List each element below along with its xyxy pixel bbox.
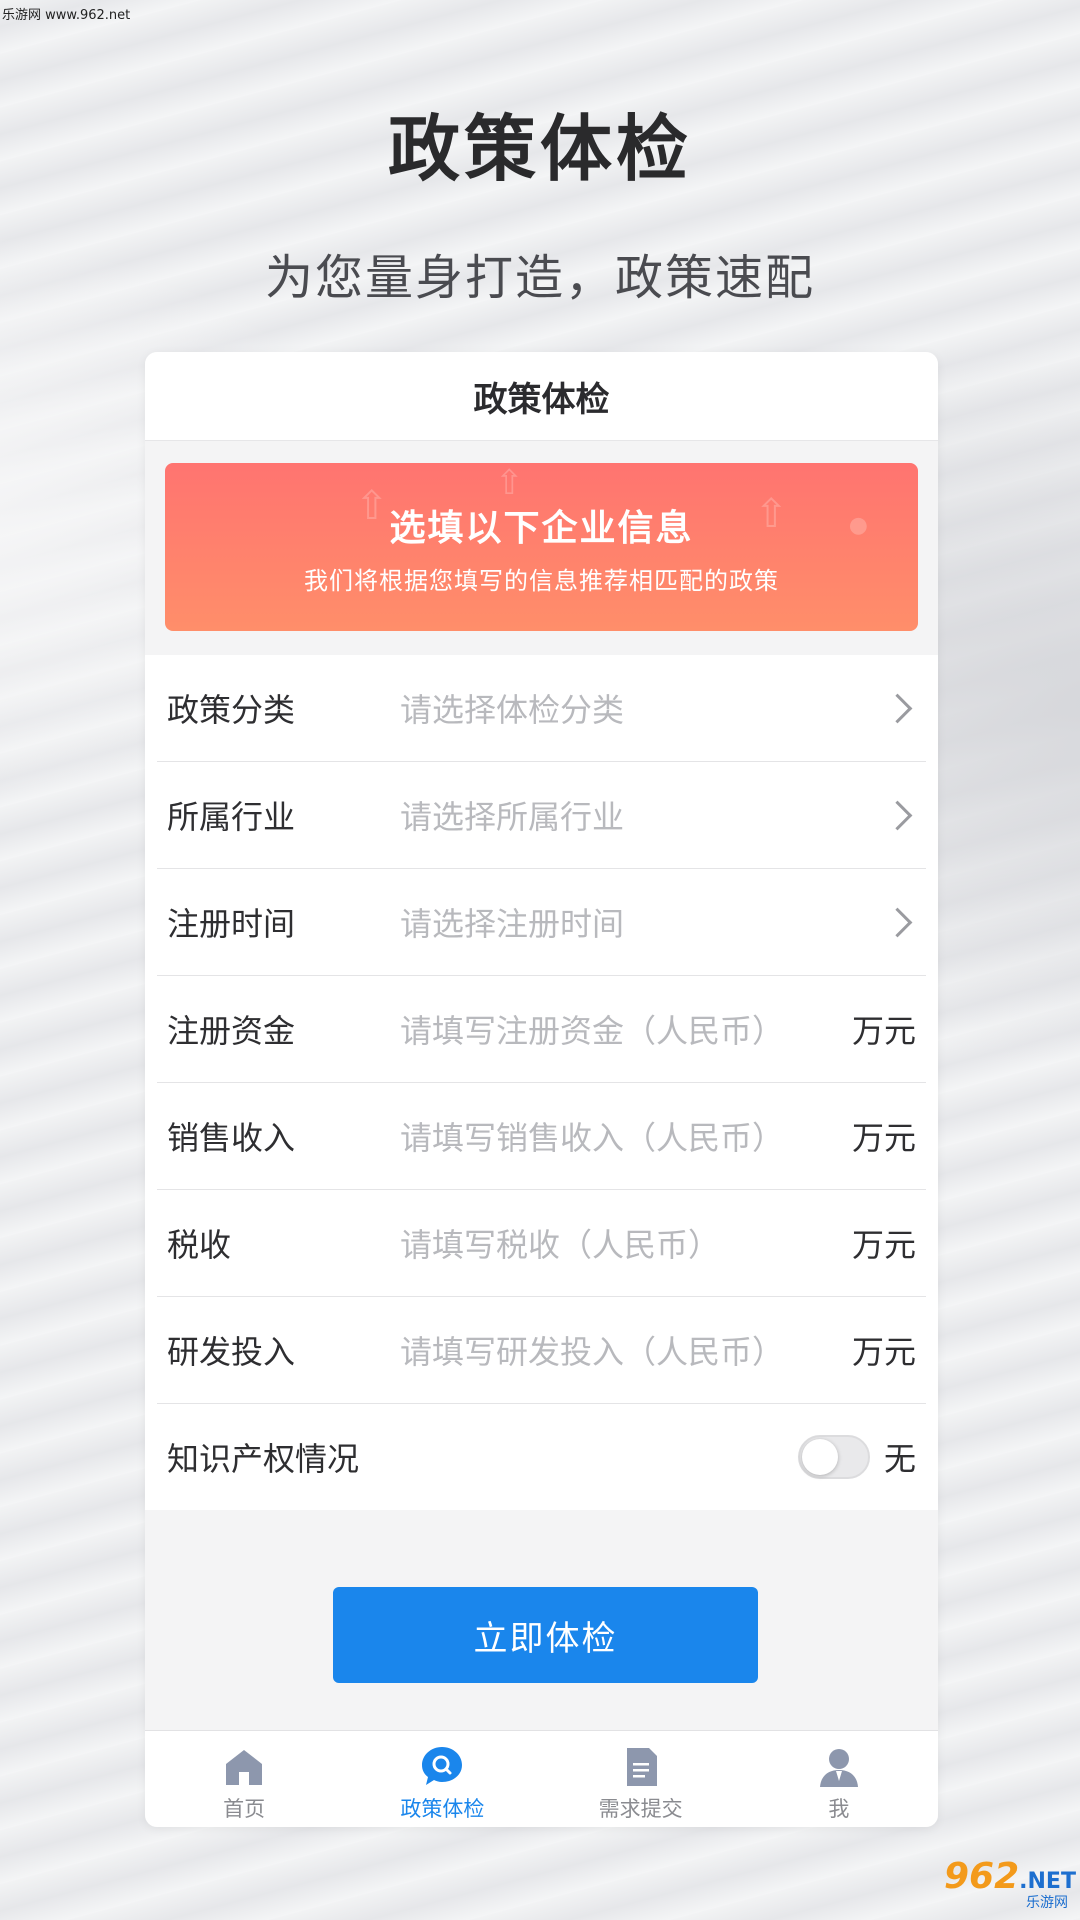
ip-status-field: 知识产权情况 无 (157, 1404, 926, 1510)
industry-field[interactable]: 所属行业 请选择所属行业 (157, 762, 926, 869)
tab-label: 首页 (223, 1797, 266, 1821)
hero-subtitle: 为您量身打造，政策速配 (264, 250, 815, 306)
page-title: 政策体检 (145, 352, 938, 441)
field-label: 政策分类 (167, 691, 296, 729)
logo-main: 962 (944, 1856, 1020, 1897)
tax-field[interactable]: 税收 请填写税收（人民币） 万元 (157, 1190, 926, 1297)
hero-title: 政策体检 (387, 107, 692, 191)
tab-policy-checkup[interactable]: 政策体检 (343, 1731, 541, 1827)
user-icon (819, 1749, 858, 1787)
arrow-up-icon: ⇧ (754, 491, 788, 537)
field-placeholder: 请选择体检分类 (400, 691, 625, 729)
phone-app-card: 政策体检 ⇧ ⇧ ⇧ ● 选填以下企业信息 我们将根据您填写的信息推荐相匹配的政… (145, 352, 938, 1827)
sales-revenue-input[interactable]: 请填写销售收入（人民币） (400, 1113, 852, 1159)
field-label: 注册资金 (167, 1012, 296, 1050)
logo-suffix: .NET (1019, 1869, 1076, 1894)
enterprise-form: 政策分类 请选择体检分类 所属行业 请选择所属行业 注册时间 请选择注册时间 注… (145, 655, 938, 1510)
unit-label: 万元 (851, 1333, 916, 1371)
tab-me[interactable]: 我 (740, 1731, 938, 1827)
chevron-right-icon (882, 907, 913, 937)
toggle-state-label: 无 (883, 1440, 916, 1478)
field-label: 所属行业 (167, 798, 296, 836)
field-placeholder: 请选择注册时间 (400, 905, 625, 943)
home-icon (226, 1750, 263, 1785)
registered-capital-field[interactable]: 注册资金 请填写注册资金（人民币） 万元 (157, 976, 926, 1083)
banner-subtitle: 我们将根据您填写的信息推荐相匹配的政策 (304, 566, 779, 595)
info-banner: ⇧ ⇧ ⇧ ● 选填以下企业信息 我们将根据您填写的信息推荐相匹配的政策 (165, 463, 918, 631)
sales-revenue-field[interactable]: 销售收入 请填写销售收入（人民币） 万元 (157, 1083, 926, 1190)
tax-input[interactable]: 请填写税收（人民币） (400, 1220, 852, 1266)
unit-label: 万元 (851, 1119, 916, 1157)
tab-home[interactable]: 首页 (145, 1731, 343, 1827)
field-label: 研发投入 (167, 1333, 296, 1371)
field-label: 注册时间 (167, 905, 296, 943)
unit-label: 万元 (851, 1012, 916, 1050)
tab-label: 需求提交 (598, 1797, 683, 1821)
field-label: 知识产权情况 (167, 1440, 360, 1478)
chevron-right-icon (882, 800, 913, 830)
rd-investment-input[interactable]: 请填写研发投入（人民币） (400, 1327, 852, 1373)
rd-investment-field[interactable]: 研发投入 请填写研发投入（人民币） 万元 (157, 1297, 926, 1404)
field-label: 销售收入 (167, 1119, 296, 1157)
registration-date-field[interactable]: 注册时间 请选择注册时间 (157, 869, 926, 976)
logo-caption: 乐游网 (1026, 1895, 1068, 1911)
watermark-text: 乐游网 www.962.net (2, 8, 131, 23)
dot-icon: ● (848, 513, 868, 538)
search-icon (422, 1747, 463, 1785)
unit-label: 万元 (851, 1226, 916, 1264)
banner-title: 选填以下企业信息 (389, 507, 694, 549)
brand-logo: 962.NET 乐游网 (944, 1856, 1076, 1912)
bottom-tab-bar: 首页 政策体检 需求提交 我 (145, 1730, 938, 1827)
chevron-right-icon (882, 693, 913, 723)
tab-label: 政策体检 (400, 1797, 485, 1821)
tab-label: 我 (828, 1797, 850, 1821)
ip-toggle-switch[interactable] (797, 1435, 870, 1479)
arrow-up-icon: ⇧ (355, 483, 389, 529)
field-label: 税收 (167, 1226, 232, 1264)
registered-capital-input[interactable]: 请填写注册资金（人民币） (400, 1006, 852, 1052)
tab-demand-submit[interactable]: 需求提交 (542, 1731, 740, 1827)
policy-category-field[interactable]: 政策分类 请选择体检分类 (157, 655, 926, 762)
arrow-up-icon: ⇧ (495, 463, 524, 503)
document-icon (626, 1748, 657, 1786)
start-checkup-button[interactable]: 立即体检 (333, 1587, 758, 1683)
field-placeholder: 请选择所属行业 (400, 798, 625, 836)
toggle-knob (801, 1439, 838, 1475)
